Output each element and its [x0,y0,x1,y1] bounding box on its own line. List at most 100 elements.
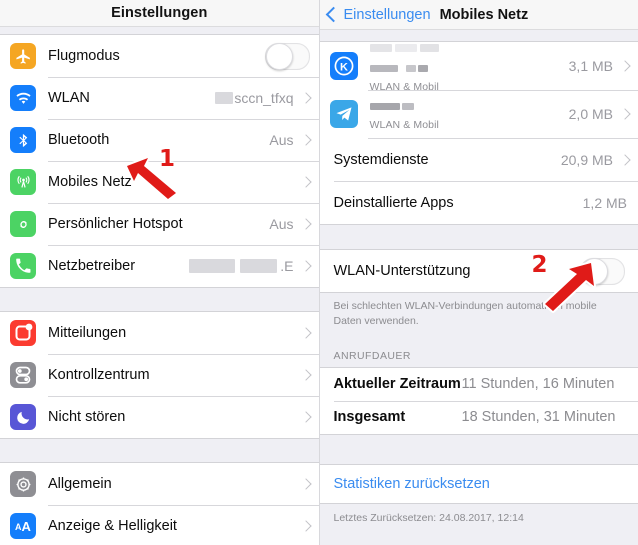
chevron-right-icon [619,60,631,72]
chevron-right-icon [299,176,312,188]
spacer [0,288,319,311]
sidebar-item-label: Mitteilungen [48,325,127,341]
deinstallierte-apps-size: 1,2 MB [582,194,627,211]
systemdienste-size: 20,9 MB [560,151,613,168]
call-duration-group: Aktueller Zeitraum 11 Stunden, 16 Minute… [319,366,638,435]
settings-group-notifications: Mitteilungen Kontrollzentrum Nicht störe… [0,311,319,439]
redacted-block [189,259,236,273]
app-name-block: WLAN & Mobil [369,40,569,93]
sidebar-item-mitteilungen[interactable]: Mitteilungen [0,312,319,354]
chevron-right-icon [299,478,312,490]
hotspot-value: Aus [269,216,294,232]
right-navbar: Einstellungen Mobiles Netz [319,0,638,30]
redacted-block [369,102,400,110]
chevron-right-icon [299,260,312,272]
sidebar-item-label: WLAN [48,90,90,106]
page-title: Mobiles Netz [439,6,529,23]
app-data-size: 3,1 MB [568,58,613,74]
spacer [319,225,638,249]
app-usage-row[interactable]: WLAN & Mobil 2,0 MB [319,90,638,138]
sidebar-item-label: Nicht stören [48,409,126,425]
brightness-icon: AA [10,513,36,539]
sidebar-item-anzeige-helligkeit[interactable]: AA Anzeige & Helligkeit [0,505,319,545]
deinstallierte-apps-label: Deinstallierte Apps [333,194,454,211]
hotspot-icon [10,211,36,237]
phone-icon [10,253,36,279]
deinstallierte-apps-row[interactable]: Deinstallierte Apps 1,2 MB [319,181,638,224]
sidebar-item-label: Persönlicher Hotspot [48,216,183,232]
annotation-number-1: 1 [159,146,176,172]
aktueller-zeitraum-row: Aktueller Zeitraum 11 Stunden, 16 Minute… [319,367,638,401]
svg-text:K: K [340,62,348,74]
back-button[interactable]: Einstellungen [325,6,431,23]
app-name-redacted-2 [369,60,569,78]
settings-panel: Einstellungen Flugmodus WLAN sccn_tfxq B… [0,0,320,545]
chevron-right-icon [299,327,312,339]
notifications-icon [10,320,36,346]
app-usage-row[interactable]: K WLAN & Mobil 3,1 MB [319,40,638,93]
statistiken-zuruecksetzen-label: Statistiken zurücksetzen [333,475,490,492]
airplane-icon [10,43,36,69]
redacted-block [240,259,278,273]
insgesamt-label: Insgesamt [333,409,406,426]
sidebar-item-flugmodus[interactable]: Flugmodus [0,35,319,77]
statistiken-zuruecksetzen-button[interactable]: Statistiken zurücksetzen [319,464,638,503]
sidebar-item-kontrollzentrum[interactable]: Kontrollzentrum [0,354,319,396]
redacted-block [417,64,428,72]
chevron-right-icon [299,218,312,230]
spacer [319,434,638,464]
app-name-redacted [369,40,569,58]
chevron-right-icon [619,108,631,120]
sidebar-item-persoenlicher-hotspot[interactable]: Persönlicher Hotspot Aus [0,203,319,245]
redacted-block [215,92,234,104]
page-title: Einstellungen [111,5,208,21]
sidebar-item-wlan[interactable]: WLAN sccn_tfxq [0,77,319,119]
sidebar-item-label: Anzeige & Helligkeit [48,518,177,534]
annotation-number-2: 2 [531,252,548,278]
systemdienste-row[interactable]: Systemdienste 20,9 MB [319,138,638,181]
bluetooth-value: Aus [269,132,294,148]
reset-group: Statistiken zurücksetzen [319,463,638,504]
toggle-knob [581,257,608,285]
mobile-data-panel: Einstellungen Mobiles Netz K WLAN & Mobi… [319,0,638,545]
sidebar-item-label: Mobiles Netz [48,174,132,190]
chevron-right-icon [619,153,631,166]
kik-app-icon: K [329,52,358,80]
screenshot-root: Einstellungen Flugmodus WLAN sccn_tfxq B… [0,0,638,545]
sidebar-item-allgemein[interactable]: Allgemein [0,463,319,505]
gear-icon [10,471,36,497]
anrufdauer-header: ANRUFDAUER [319,335,638,367]
sidebar-item-label: Kontrollzentrum [48,367,150,383]
wlan-unterstuetzung-row[interactable]: WLAN-Unterstützung [319,250,638,292]
flugmodus-toggle[interactable] [264,42,310,70]
toggle-knob [265,42,293,70]
sidebar-item-nicht-stoeren[interactable]: Nicht stören [0,396,319,438]
app-name-block: WLAN & Mobil [369,98,569,131]
left-navbar: Einstellungen [0,0,319,27]
chevron-right-icon [299,92,312,104]
chevron-right-icon [299,369,312,381]
wifi-assist-group: WLAN-Unterstützung [319,249,638,293]
spacer [0,27,319,34]
app-subtitle: WLAN & Mobil [369,118,439,131]
wlan-unterstuetzung-switch[interactable] [580,257,625,285]
app-usage-group: K WLAN & Mobil 3,1 MB WLAN & Mobil 2,0 M… [319,40,638,225]
insgesamt-value: 18 Stunden, 31 Minuten [461,409,616,426]
wifi-assist-footer: Bei schlechten WLAN-Verbindungen automat… [319,293,638,336]
systemdienste-label: Systemdienste [333,151,429,168]
chevron-left-icon [325,6,341,23]
app-data-size: 2,0 MB [568,106,613,122]
wlan-value: sccn_tfxq [234,90,294,106]
back-button-label: Einstellungen [343,6,431,23]
redacted-block [369,44,392,53]
insgesamt-row: Insgesamt 18 Stunden, 31 Minuten [319,400,638,434]
redacted-block [401,102,414,110]
aktueller-zeitraum-value: 11 Stunden, 16 Minuten [461,376,615,393]
redacted-block [394,44,417,53]
telegram-app-icon [329,100,358,128]
sidebar-item-label: Allgemein [48,476,112,492]
sidebar-item-label: Netzbetreiber [48,258,136,274]
sidebar-item-label: Flugmodus [48,48,120,64]
sidebar-item-netzbetreiber[interactable]: Netzbetreiber .E [0,245,319,287]
chevron-right-icon [299,411,312,423]
